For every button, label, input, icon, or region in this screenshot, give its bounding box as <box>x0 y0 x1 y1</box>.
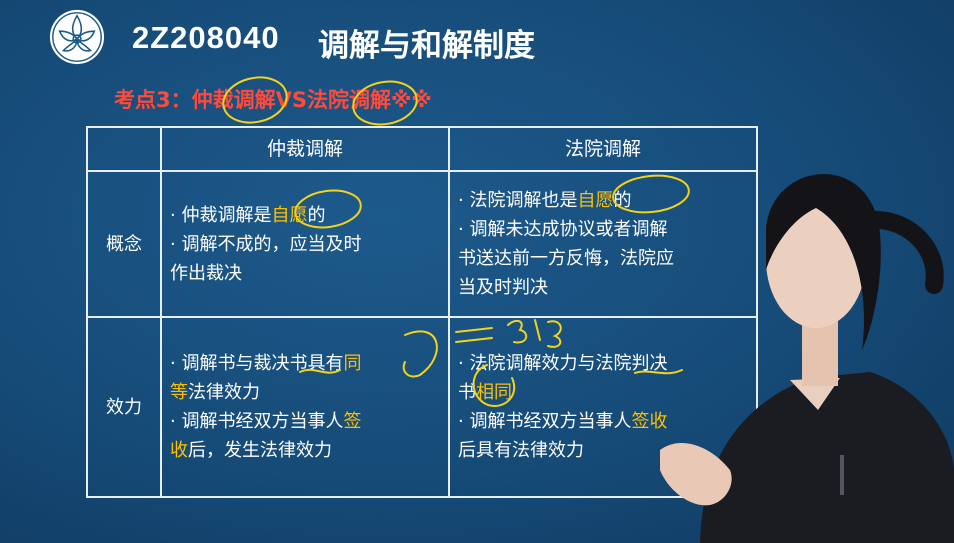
section-subtitle: 考点3：仲裁调解VS法院调解※※ <box>114 88 432 112</box>
column-header-empty <box>86 126 162 172</box>
cell-text: 的 <box>307 204 326 226</box>
cell-text: · 调解未达成协议或者调解 <box>458 219 668 240</box>
cell-text: · 法院调解效力与法院判决 <box>458 353 668 374</box>
row-label-effect: 效力 <box>86 316 162 498</box>
cell-text: · 调解书经双方当事人 <box>170 411 344 432</box>
course-code: 2Z208040 <box>132 20 280 55</box>
column-header-arbitration: 仲裁调解 <box>160 126 450 172</box>
row-label-concept: 概念 <box>86 170 162 318</box>
cell-text: · 法院调解也是 <box>458 190 578 211</box>
cell-text: 的 <box>613 190 632 211</box>
cell-text: 作出裁决 <box>170 262 242 284</box>
cell-text: 后具有法律效力 <box>458 440 584 461</box>
highlight-text: 同 <box>343 353 362 374</box>
cell-line: 等法律效力 <box>170 378 442 407</box>
highlight-text: 相同 <box>476 382 512 403</box>
cell-text: 后，发生法律效力 <box>188 440 332 461</box>
cell-text: · 调解不成的，应当及时 <box>170 233 362 255</box>
highlight-text: 等 <box>170 382 188 403</box>
cell-text: 书 <box>458 382 476 403</box>
cell-text: · 调解书与裁决书具有 <box>170 353 344 374</box>
cell-text: · 调解书经双方当事人 <box>458 411 632 432</box>
cell-line: 作出裁决 <box>170 259 442 288</box>
cell-line: · 调解书经双方当事人签 <box>170 407 442 436</box>
highlight-text: 自愿 <box>577 190 614 211</box>
cell-line: 收后，发生法律效力 <box>170 436 442 465</box>
cell-arbitration-concept: · 仲裁调解是自愿的 · 调解不成的，应当及时 作出裁决 <box>160 170 450 318</box>
cell-text: 当及时判决 <box>458 277 548 298</box>
cell-text: 法律效力 <box>188 382 260 403</box>
cell-line: · 仲裁调解是自愿的 <box>170 201 442 230</box>
lotus-emblem-icon <box>49 9 105 65</box>
page-title: 调解与和解制度 <box>318 28 535 64</box>
cell-line: · 调解不成的，应当及时 <box>170 230 442 259</box>
highlight-text: 自愿 <box>271 204 308 226</box>
cell-text: · 仲裁调解是 <box>170 204 272 226</box>
presenter-figure <box>660 173 954 543</box>
highlight-text: 签 <box>343 411 362 432</box>
cell-arbitration-effect: · 调解书与裁决书具有同 等法律效力 · 调解书经双方当事人签 收后，发生法律效力 <box>160 316 450 498</box>
cell-line: · 调解书与裁决书具有同 <box>170 349 442 378</box>
highlight-text: 收 <box>170 440 188 461</box>
